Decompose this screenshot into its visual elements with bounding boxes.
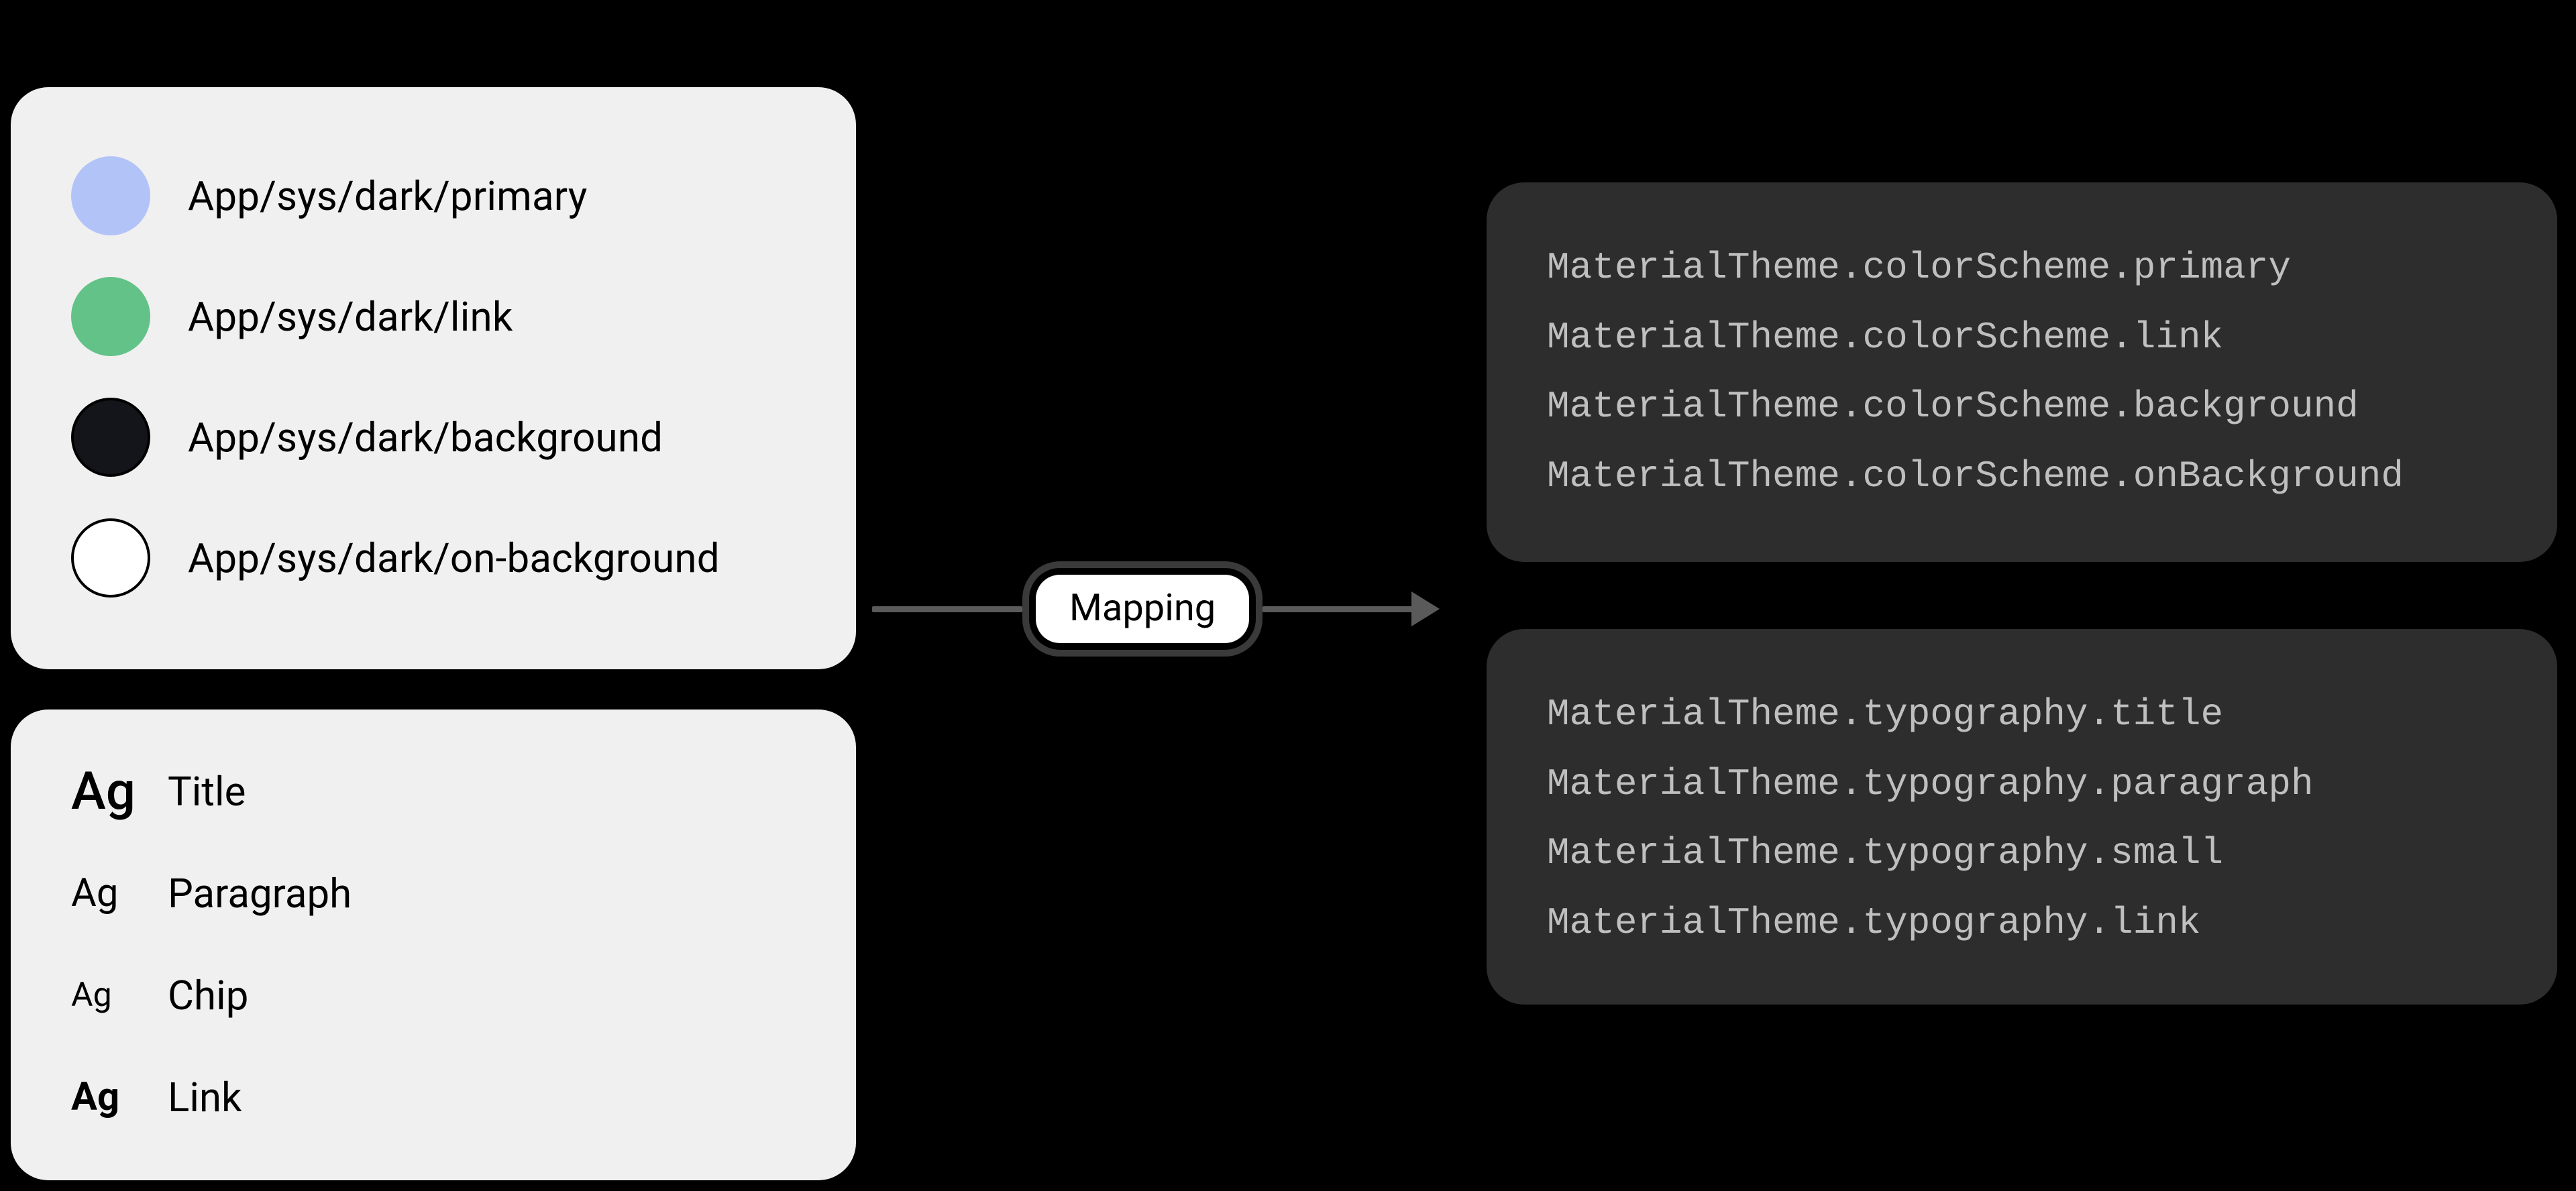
color-token-row: App/sys/dark/primary <box>71 135 796 256</box>
color-token-row: App/sys/dark/background <box>71 377 796 498</box>
typo-token-row: Ag Title <box>71 740 796 842</box>
mapping-pill-label: Mapping <box>1036 575 1249 643</box>
code-line: MaterialTheme.typography.small <box>1547 819 2497 889</box>
code-typography-card: MaterialTheme.typography.title MaterialT… <box>1487 629 2557 1005</box>
code-line: MaterialTheme.typography.title <box>1547 680 2497 750</box>
color-token-label: App/sys/dark/link <box>188 293 513 341</box>
color-token-row: App/sys/dark/on-background <box>71 498 796 618</box>
color-swatch-link <box>71 277 150 356</box>
typo-token-row: Ag Paragraph <box>71 842 796 944</box>
code-line: MaterialTheme.colorScheme.link <box>1547 303 2497 373</box>
code-line: MaterialTheme.colorScheme.onBackground <box>1547 442 2497 512</box>
color-swatch-background <box>71 398 150 477</box>
connector-line-left <box>872 606 1022 612</box>
typo-token-label: Paragraph <box>168 870 352 917</box>
typo-sample-link: Ag <box>71 1074 136 1120</box>
typo-token-row: Ag Chip <box>71 944 796 1046</box>
code-line: MaterialTheme.colorScheme.primary <box>1547 233 2497 303</box>
code-line: MaterialTheme.typography.paragraph <box>1547 750 2497 819</box>
typo-sample-paragraph: Ag <box>71 870 136 916</box>
code-line: MaterialTheme.typography.link <box>1547 889 2497 958</box>
arrowhead-icon <box>1411 591 1440 626</box>
typo-token-label: Chip <box>168 972 248 1019</box>
code-line: MaterialTheme.colorScheme.background <box>1547 372 2497 442</box>
color-token-label: App/sys/dark/on-background <box>188 534 720 582</box>
code-colorscheme-card: MaterialTheme.colorScheme.primary Materi… <box>1487 182 2557 562</box>
mapping-connector: Mapping <box>872 549 1456 669</box>
design-tokens-typography-card: Ag Title Ag Paragraph Ag Chip Ag Link <box>11 710 856 1180</box>
typo-token-label: Link <box>168 1074 241 1121</box>
connector-line-right <box>1263 606 1413 612</box>
typo-sample-title: Ag <box>71 761 136 822</box>
color-token-label: App/sys/dark/background <box>188 414 663 461</box>
mapping-pill: Mapping <box>1022 561 1263 657</box>
typo-sample-chip: Ag <box>71 976 136 1015</box>
typo-token-row: Ag Link <box>71 1046 796 1148</box>
color-token-label: App/sys/dark/primary <box>188 172 587 220</box>
color-token-row: App/sys/dark/link <box>71 256 796 377</box>
typo-token-label: Title <box>168 768 246 815</box>
color-swatch-on-background <box>71 518 150 598</box>
color-swatch-primary <box>71 156 150 235</box>
design-tokens-colors-card: App/sys/dark/primary App/sys/dark/link A… <box>11 87 856 669</box>
